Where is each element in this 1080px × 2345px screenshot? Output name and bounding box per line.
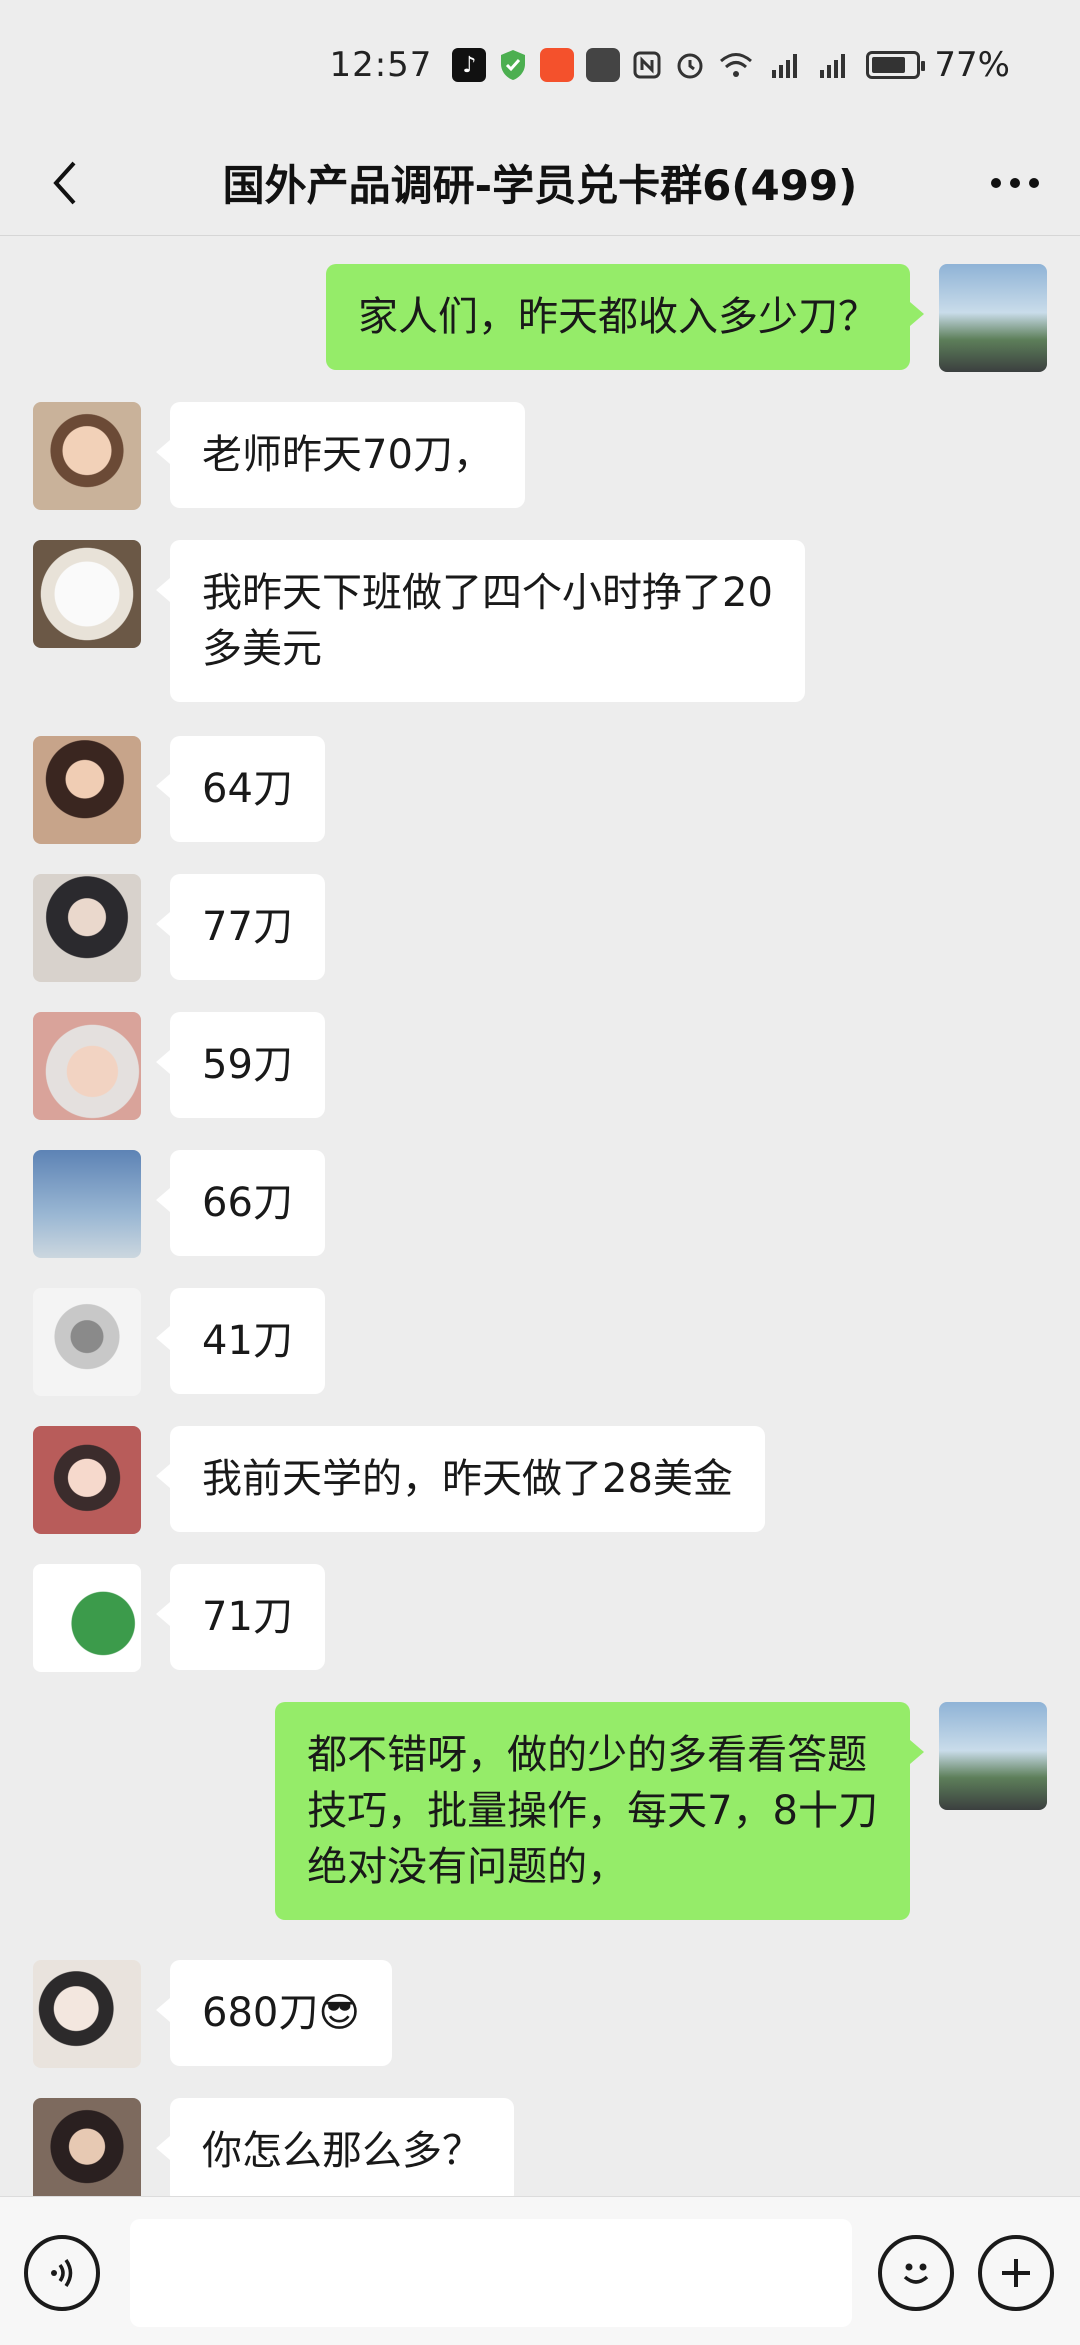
avatar[interactable] <box>33 1960 141 2068</box>
signal-5g-icon <box>814 50 850 80</box>
avatar[interactable] <box>33 402 141 510</box>
plus-icon <box>1002 2259 1030 2287</box>
avatar[interactable] <box>33 736 141 844</box>
more-button[interactable] <box>980 148 1050 218</box>
message-bubble[interactable]: 77刀 <box>156 874 325 980</box>
status-time: 12:57 <box>329 45 433 85</box>
avatar[interactable] <box>33 2098 141 2196</box>
chevron-left-icon <box>53 161 76 205</box>
emoji-icon <box>903 2263 929 2284</box>
emoji-button[interactable] <box>878 2235 954 2311</box>
tiktok-icon: ♪ <box>452 48 487 82</box>
back-button[interactable] <box>30 148 100 218</box>
avatar[interactable] <box>33 1012 141 1120</box>
alarm-icon <box>674 49 706 81</box>
signal-5g-icon <box>766 50 802 80</box>
message-bubble[interactable]: 我昨天下班做了四个小时挣了20 多美元 <box>156 540 805 702</box>
status-bar: 12:57 ♪ 77% <box>0 0 1080 130</box>
message-input[interactable] <box>130 2219 852 2327</box>
message-bubble[interactable]: 41刀 <box>156 1288 325 1394</box>
message-bubble[interactable]: 都不错呀，做的少的多看看答题 技巧，批量操作，每天7，8十刀 绝对没有问题的， <box>275 1702 924 1920</box>
message-bubble[interactable]: 680刀😎 <box>155 1960 393 2066</box>
chat-title: 国外产品调研-学员兑卡群6(499) <box>222 161 858 210</box>
battery-percent: 77% <box>934 45 1010 85</box>
message-bubble[interactable]: 59刀 <box>156 1012 325 1118</box>
message-bubble[interactable]: 66刀 <box>156 1150 325 1256</box>
message-bubble[interactable]: 64刀 <box>156 736 325 842</box>
message-list[interactable]: 家人们，昨天都收入多少刀？ 老师昨天70刀， 我昨天下班做了四个小时挣了20 多… <box>0 236 1080 2196</box>
message-bubble[interactable]: 71刀 <box>156 1564 325 1670</box>
voice-button[interactable] <box>24 2235 100 2311</box>
message-bubble[interactable]: 家人们，昨天都收入多少刀？ <box>326 264 924 370</box>
avatar[interactable] <box>33 540 141 648</box>
chat-header: 国外产品调研-学员兑卡群6(499) <box>0 130 1080 236</box>
message-bubble[interactable]: 我前天学的，昨天做了28美金 <box>156 1426 765 1532</box>
app-bag-icon <box>586 48 621 82</box>
voice-icon <box>51 2259 73 2287</box>
avatar[interactable] <box>33 1426 141 1534</box>
battery-icon <box>866 51 926 79</box>
avatar[interactable] <box>939 1702 1047 1810</box>
avatar[interactable] <box>33 1150 141 1258</box>
plus-button[interactable] <box>978 2235 1054 2311</box>
shield-check-icon <box>498 48 528 82</box>
more-dots-icon <box>991 178 1039 188</box>
avatar[interactable] <box>33 874 141 982</box>
avatar[interactable] <box>33 1564 141 1672</box>
input-bar <box>0 2196 1080 2345</box>
wifi-icon <box>718 50 754 80</box>
nfc-icon <box>632 50 662 80</box>
message-bubble[interactable]: 你怎么那么多？ <box>156 2098 514 2196</box>
avatar[interactable] <box>33 1288 141 1396</box>
avatar[interactable] <box>939 264 1047 372</box>
app-orange-icon <box>540 48 575 82</box>
message-bubble[interactable]: 老师昨天70刀， <box>156 402 525 508</box>
